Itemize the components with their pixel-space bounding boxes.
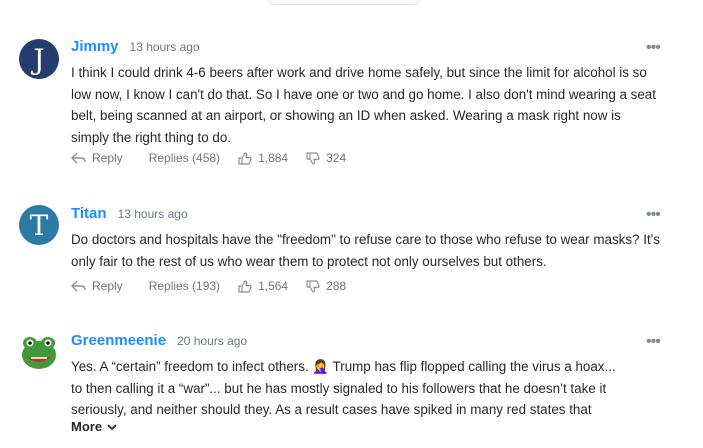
- more-options-icon[interactable]: •••: [646, 207, 661, 223]
- comment-actions: Reply Replies (458) 1,884 324: [71, 151, 346, 165]
- more-options-icon[interactable]: •••: [646, 40, 661, 56]
- timestamp: 13 hours ago: [117, 207, 188, 221]
- comment-text-rest: to then calling it a “war”... but he has…: [71, 380, 607, 418]
- thumbs-up-icon: [238, 279, 252, 293]
- avatar[interactable]: [19, 332, 59, 372]
- dislike-button[interactable]: 324: [306, 151, 346, 165]
- thumbs-down-icon: [306, 279, 320, 293]
- avatar-letter: T: [29, 208, 49, 242]
- comment-header: Titan 13 hours ago: [71, 205, 188, 222]
- dislike-button[interactable]: 288: [306, 279, 346, 293]
- comment-text-line: Yes. A “certain” freedom to infect other…: [71, 359, 616, 374]
- reply-arrow-icon: [71, 280, 86, 292]
- comment-text: Yes. A “certain” freedom to infect other…: [71, 356, 661, 421]
- like-button[interactable]: 1,564: [238, 279, 288, 293]
- reply-arrow-icon: [71, 152, 86, 164]
- comment-text: Do doctors and hospitals have the "freed…: [71, 232, 660, 269]
- author-name[interactable]: Greenmeenie: [71, 332, 166, 349]
- author-name[interactable]: Jimmy: [71, 38, 119, 55]
- frog-avatar-image: [22, 337, 56, 369]
- chevron-down-icon: [107, 423, 117, 430]
- comment-text: I think I could drink 4-6 beers after wo…: [71, 65, 656, 145]
- comment-actions: Reply Replies (193) 1,564 288: [71, 279, 346, 293]
- replies-label: Replies (193): [148, 279, 221, 293]
- timestamp: 13 hours ago: [129, 40, 200, 54]
- reply-button[interactable]: Reply: [71, 151, 123, 165]
- comment-header: Jimmy 13 hours ago: [71, 38, 200, 55]
- dislike-count: 324: [326, 151, 347, 165]
- author-name[interactable]: Titan: [71, 205, 107, 222]
- more-label: More: [71, 419, 103, 434]
- like-count: 1,564: [258, 279, 289, 293]
- top-tab-edge: [268, 0, 420, 5]
- dislike-count: 288: [326, 279, 347, 293]
- thumbs-up-icon: [238, 151, 252, 165]
- replies-button[interactable]: Replies (458): [149, 151, 220, 165]
- timestamp: 20 hours ago: [177, 334, 248, 348]
- replies-button[interactable]: Replies (193): [149, 279, 220, 293]
- more-button[interactable]: More: [71, 419, 118, 434]
- reply-label: Reply: [92, 151, 123, 165]
- comment-header: Greenmeenie 20 hours ago: [71, 332, 247, 349]
- thumbs-down-icon: [306, 151, 320, 165]
- like-button[interactable]: 1,884: [238, 151, 288, 165]
- like-count: 1,884: [258, 151, 289, 165]
- more-options-icon[interactable]: •••: [646, 334, 661, 350]
- reply-label: Reply: [92, 279, 123, 293]
- avatar[interactable]: T: [19, 205, 59, 245]
- replies-label: Replies (458): [148, 151, 221, 165]
- avatar-letter: J: [33, 42, 45, 76]
- reply-button[interactable]: Reply: [71, 279, 123, 293]
- avatar[interactable]: J: [19, 39, 59, 79]
